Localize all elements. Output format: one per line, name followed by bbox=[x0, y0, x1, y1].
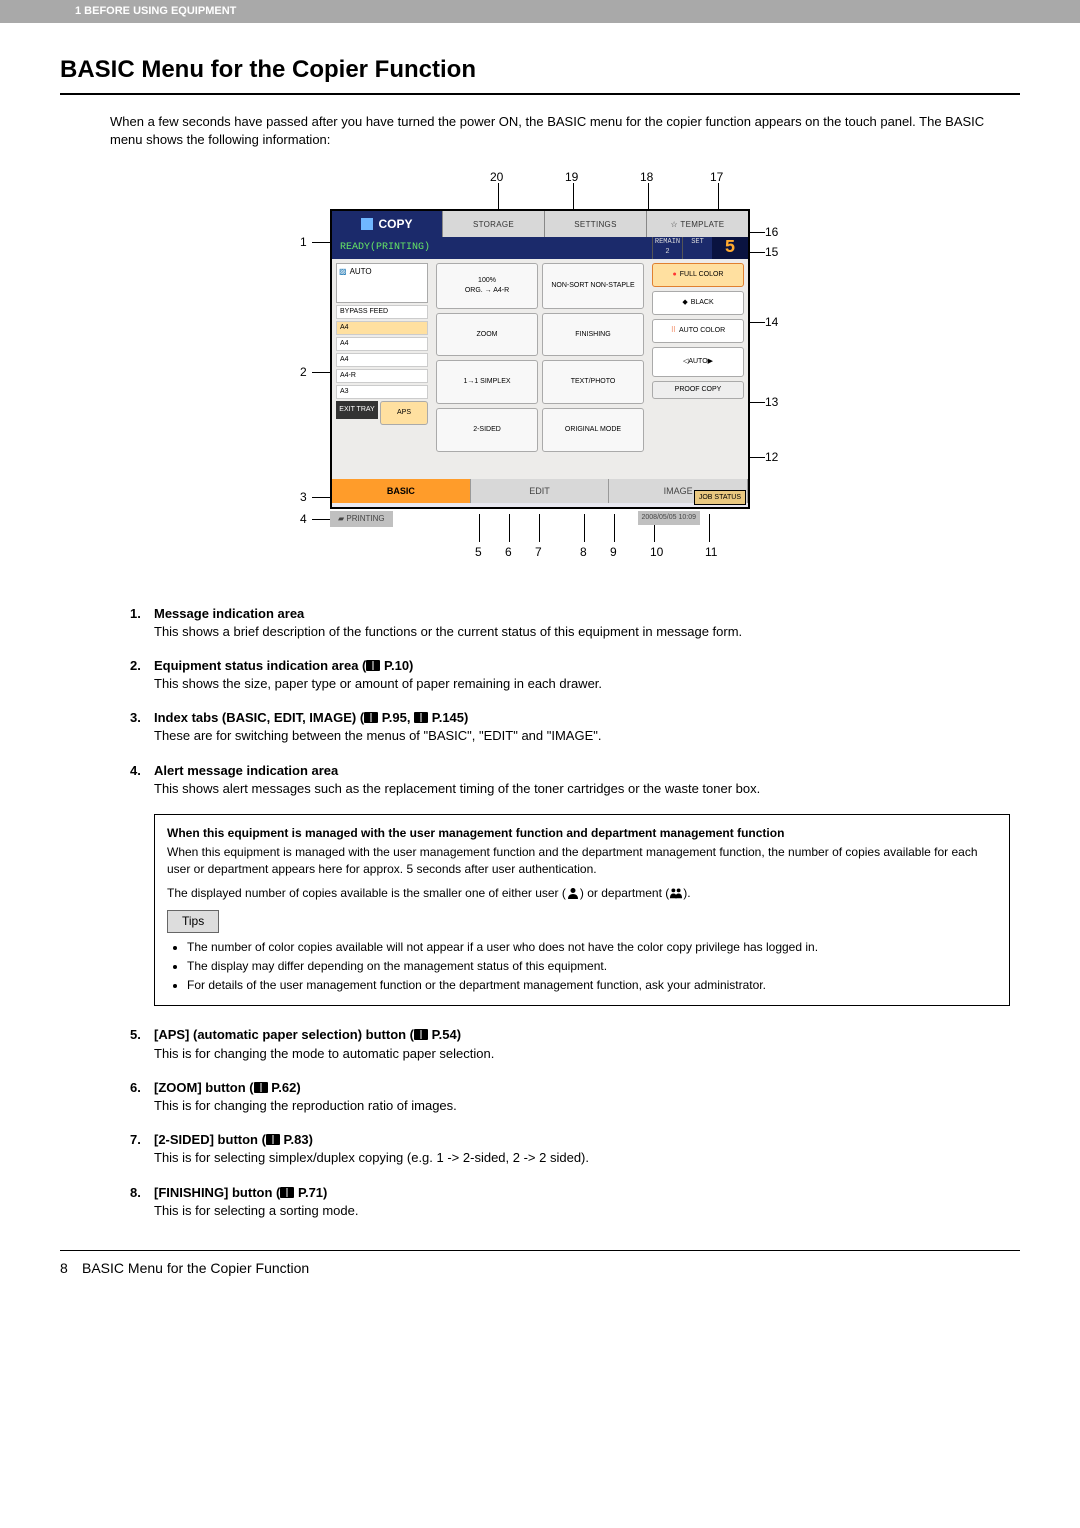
drawer-a4-2[interactable]: A4 bbox=[336, 337, 428, 351]
callout-14: 14 bbox=[765, 315, 778, 329]
callout-6: 6 bbox=[505, 545, 512, 559]
page-title: BASIC Menu for the Copier Function bbox=[60, 53, 1020, 87]
job-status-button[interactable]: JOB STATUS bbox=[694, 490, 746, 506]
aps-button[interactable]: APS bbox=[380, 401, 428, 425]
book-icon bbox=[254, 1082, 268, 1093]
original-mode-button[interactable]: ORIGINAL MODE bbox=[542, 408, 644, 452]
textphoto-info: TEXT/PHOTO bbox=[542, 360, 644, 404]
callout-12: 12 bbox=[765, 450, 778, 464]
item-2: 2.Equipment status indication area ( P.1… bbox=[130, 657, 1010, 693]
template-button[interactable]: ☆ TEMPLATE bbox=[646, 211, 748, 237]
management-note: When this equipment is managed with the … bbox=[154, 814, 1010, 1006]
simplex-info: 1→1 SIMPLEX bbox=[436, 360, 538, 404]
user-icon bbox=[566, 887, 580, 899]
callout-7: 7 bbox=[535, 545, 542, 559]
touch-panel-diagram: 20 19 18 17 1 2 3 4 16 15 14 bbox=[260, 169, 820, 569]
callout-1: 1 bbox=[300, 235, 307, 249]
storage-button[interactable]: STORAGE bbox=[442, 211, 544, 237]
callout-4: 4 bbox=[300, 512, 307, 526]
book-icon bbox=[414, 712, 428, 723]
drawer-a3[interactable]: A3 bbox=[336, 385, 428, 399]
sort-info: NON-SORT NON-STAPLE bbox=[542, 263, 644, 308]
copy-icon bbox=[361, 218, 373, 230]
callout-10: 10 bbox=[650, 545, 663, 559]
item-7: 7.[2-SIDED] button ( P.83) This is for s… bbox=[130, 1131, 1010, 1167]
set-counter-label: SET bbox=[682, 237, 712, 259]
remain-counter: REMAIN 2 bbox=[652, 237, 682, 259]
title-rule bbox=[60, 93, 1020, 95]
department-icon bbox=[669, 887, 683, 899]
status-text: READY(PRINTING) bbox=[340, 241, 430, 255]
drawer-a4-sel[interactable]: A4 bbox=[336, 321, 428, 335]
item-4: 4.Alert message indication area This sho… bbox=[130, 762, 1010, 798]
tips-label: Tips bbox=[167, 910, 219, 933]
tip-1: The number of color copies available wil… bbox=[187, 939, 997, 956]
book-icon bbox=[280, 1187, 294, 1198]
two-sided-button[interactable]: 2-SIDED bbox=[436, 408, 538, 452]
book-icon bbox=[366, 660, 380, 671]
callout-19: 19 bbox=[565, 170, 578, 184]
zoom-info: 100%ORG. → A4-R bbox=[436, 263, 538, 308]
copy-label: COPY bbox=[378, 216, 412, 233]
item-5: 5.[APS] (automatic paper selection) butt… bbox=[130, 1026, 1010, 1062]
book-icon bbox=[364, 712, 378, 723]
book-icon bbox=[414, 1029, 428, 1040]
tip-2: The display may differ depending on the … bbox=[187, 958, 997, 975]
callout-15: 15 bbox=[765, 245, 778, 259]
auto-color-button[interactable]: ⠿AUTO COLOR bbox=[652, 319, 744, 343]
item-8: 8.[FINISHING] button ( P.71) This is for… bbox=[130, 1184, 1010, 1220]
tab-edit[interactable]: EDIT bbox=[471, 479, 610, 503]
callout-8: 8 bbox=[580, 545, 587, 559]
datetime-display: 2008/05/05 10:09 bbox=[638, 511, 701, 525]
callout-9: 9 bbox=[610, 545, 617, 559]
chapter-header: 1 BEFORE USING EQUIPMENT bbox=[0, 0, 1080, 23]
exit-tray-button[interactable]: EXIT TRAY bbox=[336, 401, 378, 419]
callout-16: 16 bbox=[765, 225, 778, 239]
bypass-feed[interactable]: BYPASS FEED bbox=[336, 305, 428, 319]
callout-13: 13 bbox=[765, 395, 778, 409]
callout-20: 20 bbox=[490, 170, 503, 184]
item-6: 6.[ZOOM] button ( P.62) This is for chan… bbox=[130, 1079, 1010, 1115]
copy-tab[interactable]: COPY bbox=[332, 211, 442, 237]
intro-paragraph: When a few seconds have passed after you… bbox=[110, 113, 1020, 149]
density-slider[interactable]: ◁ AUTO ▶ bbox=[652, 347, 744, 377]
book-icon bbox=[266, 1134, 280, 1145]
item-1: 1.Message indication area This shows a b… bbox=[130, 605, 1010, 641]
zoom-button[interactable]: ZOOM bbox=[436, 313, 538, 357]
tip-3: For details of the user management funct… bbox=[187, 977, 997, 994]
set-counter: 5 bbox=[712, 237, 748, 259]
footer-rule bbox=[60, 1250, 1020, 1252]
alert-message-area: ▰ PRINTING bbox=[330, 511, 393, 526]
callout-17: 17 bbox=[710, 170, 723, 184]
callout-2: 2 bbox=[300, 365, 307, 379]
item-3: 3.Index tabs (BASIC, EDIT, IMAGE) ( P.95… bbox=[130, 709, 1010, 745]
callout-3: 3 bbox=[300, 490, 307, 504]
full-color-button[interactable]: ●FULL COLOR bbox=[652, 263, 744, 287]
auto-paper-block[interactable]: ▨AUTO bbox=[336, 263, 428, 303]
drawer-a4-3[interactable]: A4 bbox=[336, 353, 428, 367]
callout-5: 5 bbox=[475, 545, 482, 559]
tab-basic[interactable]: BASIC bbox=[332, 479, 471, 503]
callout-11: 11 bbox=[705, 545, 717, 559]
callout-18: 18 bbox=[640, 170, 653, 184]
black-button[interactable]: ◆BLACK bbox=[652, 291, 744, 315]
finishing-button[interactable]: FINISHING bbox=[542, 313, 644, 357]
proof-copy-button[interactable]: PROOF COPY bbox=[652, 381, 744, 399]
settings-button[interactable]: SETTINGS bbox=[544, 211, 646, 237]
page-footer: 8BASIC Menu for the Copier Function bbox=[60, 1259, 1020, 1279]
drawer-a4r[interactable]: A4-R bbox=[336, 369, 428, 383]
